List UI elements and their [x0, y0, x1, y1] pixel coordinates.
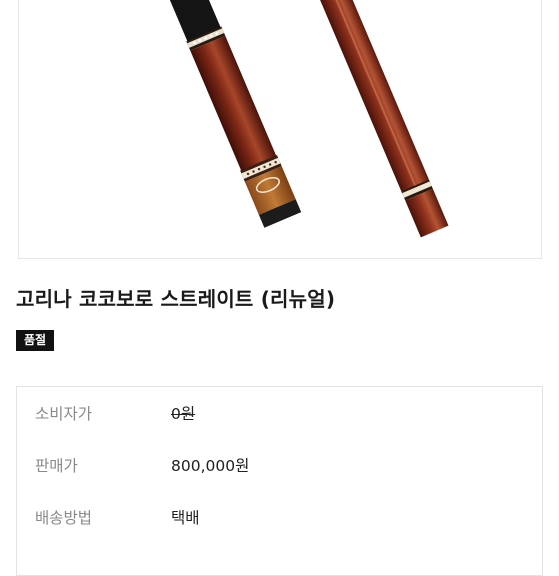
shipping-method-value: 택배	[171, 509, 200, 527]
sale-price-value: 800,000원	[171, 457, 250, 475]
cue-butt	[164, 0, 302, 228]
cue-shaft	[305, 0, 449, 238]
consumer-price-value: 0원	[171, 405, 196, 423]
price-info-box: 소비자가 0원 판매가 800,000원 배송방법 택배	[16, 386, 543, 576]
product-image	[18, 0, 542, 259]
sale-price-label: 판매가	[35, 457, 78, 475]
consumer-price-label: 소비자가	[35, 405, 93, 423]
product-title: 고리나 코코보로 스트레이트 (리뉴얼)	[16, 287, 336, 311]
sold-out-badge: 품절	[16, 330, 55, 351]
shipping-method-label: 배송방법	[35, 509, 93, 527]
